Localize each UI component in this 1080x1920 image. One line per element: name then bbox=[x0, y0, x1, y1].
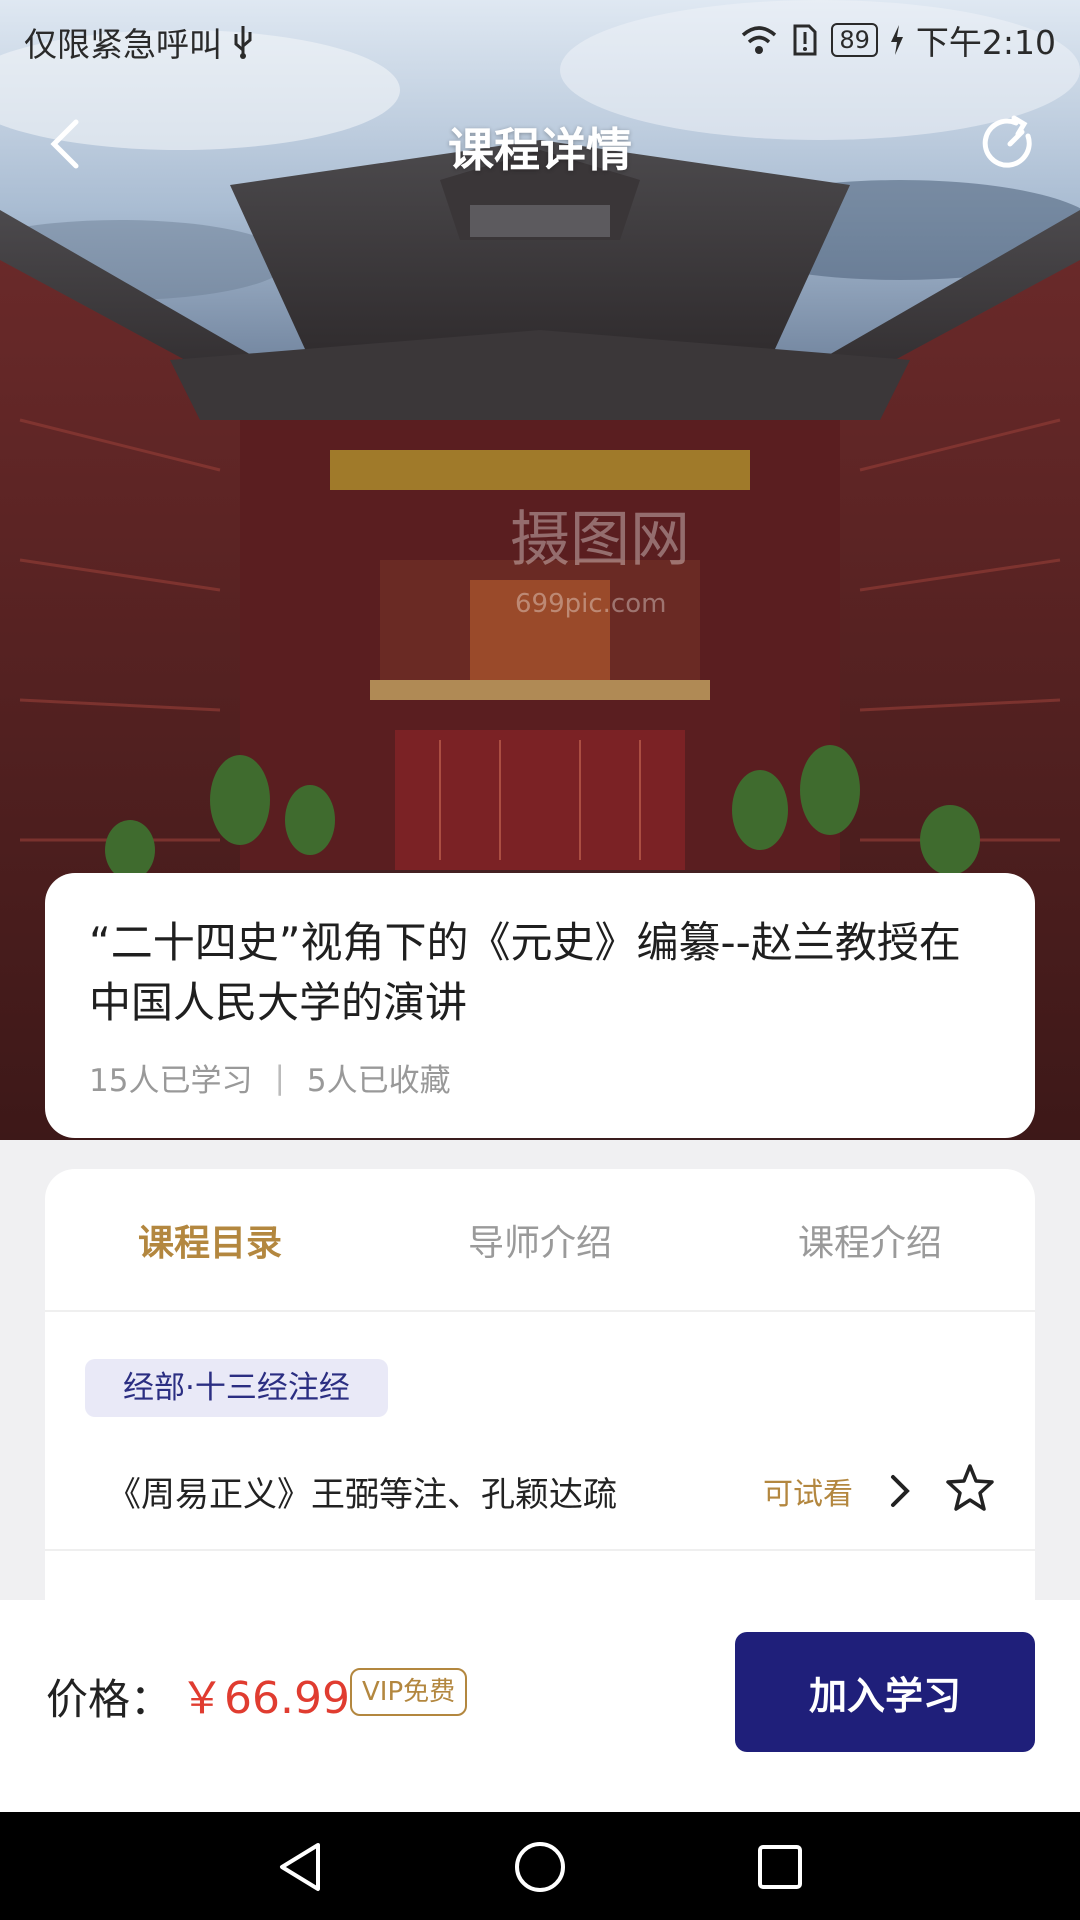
tab-catalog[interactable]: 课程目录 bbox=[45, 1214, 375, 1266]
watermark-text: 摄图网 bbox=[510, 505, 690, 575]
stats-separator: | bbox=[274, 1059, 285, 1096]
price-value: ￥66.99 bbox=[180, 1673, 350, 1724]
trial-label[interactable]: 可试看 bbox=[763, 1469, 853, 1513]
share-button[interactable] bbox=[980, 114, 1040, 174]
status-bar: 仅限紧急呼叫 89 下午2:10 bbox=[0, 0, 1080, 76]
course-content-panel: 课程目录 导师介绍 课程介绍 经部·十三经注经 《周易正义》王弼等注、孔颖达疏 … bbox=[45, 1169, 1035, 1649]
learner-count: 15人已学习 bbox=[89, 1063, 253, 1099]
status-left: 仅限紧急呼叫 bbox=[24, 18, 256, 66]
course-stats: 15人已学习 | 5人已收藏 bbox=[89, 1055, 991, 1100]
chevron-right-icon[interactable] bbox=[885, 1471, 915, 1511]
carrier-text: 仅限紧急呼叫 bbox=[24, 25, 222, 64]
sim-alert-icon bbox=[793, 24, 817, 56]
purchase-bar: 价格： ￥66.99 VIP免费 加入学习 bbox=[0, 1600, 1080, 1812]
lesson-row[interactable]: 《周易正义》王弼等注、孔颖达疏 可试看 bbox=[45, 1441, 1035, 1551]
lesson-title: 《周易正义》王弼等注、孔颖达疏 bbox=[107, 1475, 617, 1515]
tab-mentor[interactable]: 导师介绍 bbox=[375, 1214, 705, 1266]
nav-bar: 课程详情 bbox=[0, 100, 1080, 190]
favorite-count: 5人已收藏 bbox=[306, 1063, 451, 1099]
usb-icon bbox=[234, 26, 252, 59]
tab-bar: 课程目录 导师介绍 课程介绍 bbox=[45, 1169, 1035, 1312]
star-icon[interactable] bbox=[945, 1463, 995, 1513]
charging-icon bbox=[890, 25, 903, 55]
system-recents-icon[interactable] bbox=[752, 1839, 808, 1895]
tab-intro[interactable]: 课程介绍 bbox=[705, 1214, 1035, 1266]
course-info-card: “二十四史”视角下的《元史》编纂--赵兰教授在中国人民大学的演讲 15人已学习 … bbox=[45, 873, 1035, 1138]
status-right: 89 下午2:10 bbox=[739, 16, 1056, 64]
page-title: 课程详情 bbox=[448, 123, 632, 177]
join-learning-button[interactable]: 加入学习 bbox=[735, 1632, 1035, 1752]
wifi-icon bbox=[742, 26, 777, 54]
system-back-icon[interactable] bbox=[272, 1839, 328, 1895]
course-title: “二十四史”视角下的《元史》编纂--赵兰教授在中国人民大学的演讲 bbox=[89, 918, 961, 1027]
vip-free-badge: VIP免费 bbox=[350, 1668, 468, 1716]
category-badge: 经部·十三经注经 bbox=[85, 1359, 388, 1417]
price-label: 价格： bbox=[46, 1675, 173, 1724]
system-navigation-bar bbox=[0, 1812, 1080, 1920]
battery-level: 89 bbox=[831, 23, 878, 57]
clock: 下午2:10 bbox=[915, 23, 1056, 62]
watermark-subtext: 699pic.com bbox=[515, 589, 666, 619]
system-home-icon[interactable] bbox=[512, 1839, 568, 1895]
